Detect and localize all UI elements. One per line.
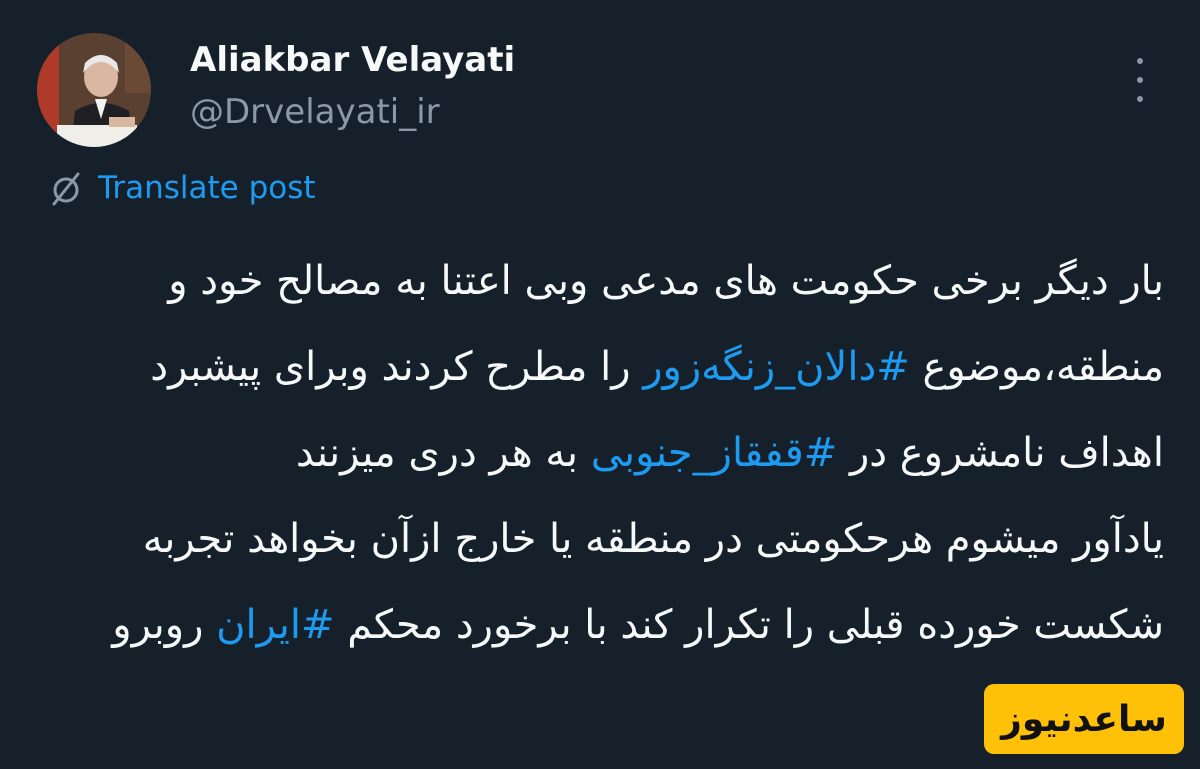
translate-post-link[interactable]: Translate post bbox=[46, 168, 316, 208]
tweet-line: اهداف نامشروع در #قفقاز_جنوبی به هر دری … bbox=[295, 430, 1164, 476]
hashtag-link[interactable]: #دالان_زنگه‌زور bbox=[643, 344, 910, 390]
profile-photo bbox=[37, 33, 151, 147]
translate-label: Translate post bbox=[98, 170, 316, 206]
hashtag-link[interactable]: #ایران bbox=[216, 602, 334, 648]
tweet-line: منطقه،موضوع #دالان_زنگه‌زور را مطرح کردن… bbox=[150, 344, 1164, 390]
more-vertical-icon bbox=[1137, 58, 1143, 64]
tweet-text: بار دیگر برخی حکومت های مدعی وبی اعتنا ب… bbox=[34, 238, 1164, 668]
tweet-line: بار دیگر برخی حکومت های مدعی وبی اعتنا ب… bbox=[168, 258, 1164, 304]
display-name[interactable]: Aliakbar Velayati bbox=[190, 40, 515, 80]
handle[interactable]: @Drvelayati_ir bbox=[190, 92, 440, 132]
hashtag-link[interactable]: #قفقاز_جنوبی bbox=[591, 430, 838, 476]
watermark-logo: ساعدنیوز bbox=[984, 684, 1184, 754]
avatar[interactable] bbox=[37, 33, 151, 147]
watermark-text: ساعدنیوز bbox=[1001, 698, 1167, 740]
globe-icon bbox=[52, 172, 80, 206]
tweet-line: یادآور میشوم هرحکومتی در منطقه یا خارج ا… bbox=[142, 516, 1164, 562]
more-options-button[interactable] bbox=[1126, 58, 1154, 102]
tweet-line: شکست خورده قبلی را تکرار کند با برخورد م… bbox=[112, 602, 1164, 648]
